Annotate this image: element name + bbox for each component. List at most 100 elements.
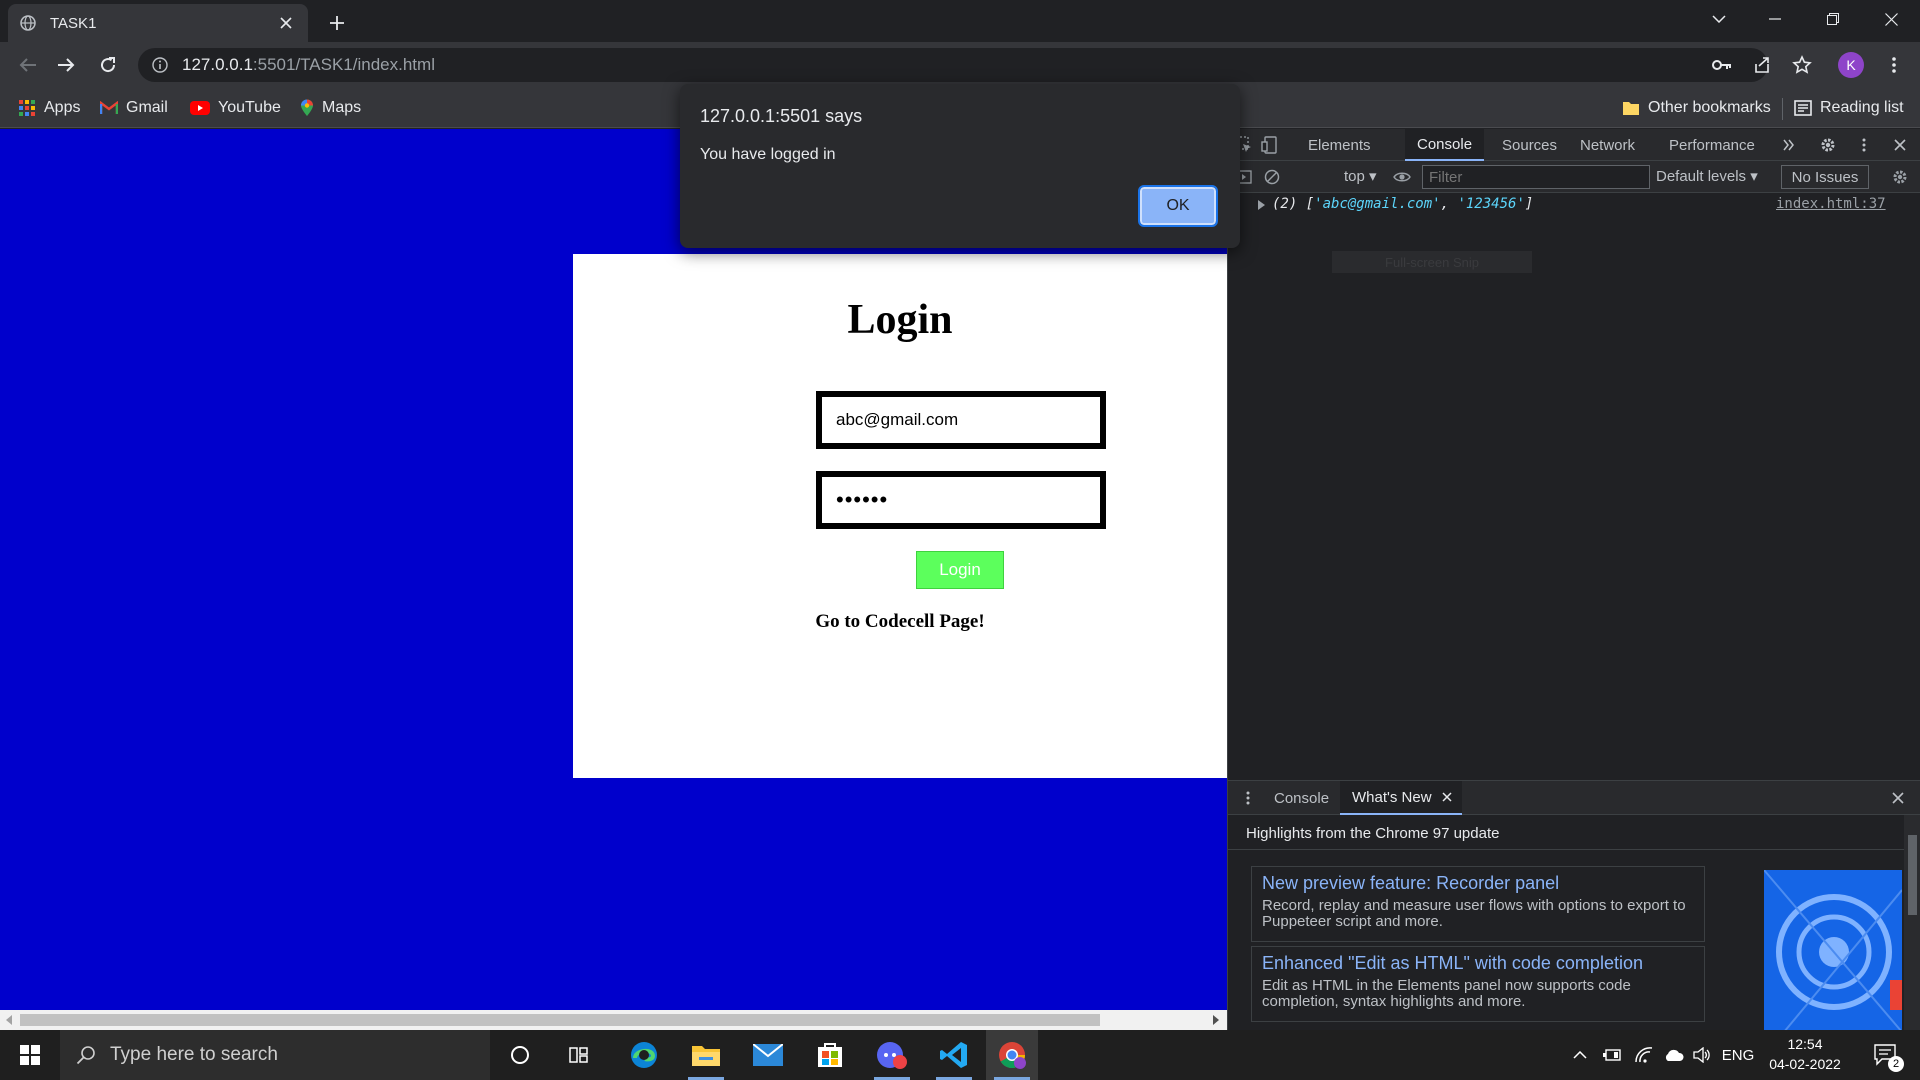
whats-new-heading: Highlights from the Chrome 97 update	[1246, 825, 1500, 842]
log-source-link[interactable]: index.html:37	[1776, 196, 1886, 212]
browser-tab[interactable]: TASK1	[8, 4, 308, 42]
folder-icon	[1622, 100, 1640, 116]
horizontal-scrollbar[interactable]	[0, 1010, 1227, 1030]
mail-icon[interactable]	[742, 1030, 794, 1080]
email-field[interactable]	[816, 391, 1106, 449]
tab-console[interactable]: Console	[1405, 129, 1485, 161]
filter-input[interactable]	[1422, 165, 1650, 189]
other-bookmarks-label: Other bookmarks	[1648, 99, 1771, 116]
bookmark-label: Apps	[44, 99, 81, 116]
maps-pin-icon	[300, 99, 314, 117]
tab-performance[interactable]: Performance	[1657, 129, 1767, 161]
forward-button[interactable]	[52, 51, 80, 79]
store-icon[interactable]	[804, 1030, 856, 1080]
address-bar[interactable]: 127.0.0.1:5501/TASK1/index.html	[138, 48, 1768, 82]
device-toolbar-icon[interactable]	[1258, 133, 1282, 157]
search-placeholder: Type here to search	[110, 1044, 278, 1065]
bookmark-youtube[interactable]: YouTube	[190, 94, 281, 122]
login-card: Login Login Go to Codecell Page!	[573, 254, 1227, 778]
system-clock[interactable]: 12:54 04-02-2022	[1760, 1034, 1850, 1074]
codecell-page-link[interactable]: Go to Codecell Page!	[573, 611, 1227, 633]
notification-center-icon[interactable]: 2	[1866, 1030, 1906, 1080]
more-menu-icon[interactable]	[1880, 51, 1908, 79]
bookmark-maps[interactable]: Maps	[300, 94, 361, 122]
whats-new-item-title[interactable]: Enhanced "Edit as HTML" with code comple…	[1262, 953, 1694, 974]
levels-label: Default levels	[1656, 168, 1747, 185]
live-expression-eye-icon[interactable]	[1390, 165, 1414, 189]
drawer-tab-console[interactable]: Console	[1262, 781, 1341, 815]
close-window-button[interactable]	[1868, 0, 1914, 38]
site-info-icon[interactable]	[152, 57, 168, 73]
close-devtools-icon[interactable]	[1888, 133, 1912, 157]
profile-avatar[interactable]: K	[1838, 52, 1864, 78]
ok-button[interactable]: OK	[1138, 185, 1218, 227]
start-button[interactable]	[4, 1030, 56, 1080]
whats-new-item[interactable]: Enhanced "Edit as HTML" with code comple…	[1251, 946, 1705, 1022]
clock-time: 12:54	[1787, 1036, 1823, 1052]
edge-browser-icon[interactable]	[618, 1030, 670, 1080]
password-field[interactable]	[816, 471, 1106, 529]
login-button[interactable]: Login	[916, 551, 1004, 589]
whats-new-item-desc: Edit as HTML in the Elements panel now s…	[1262, 977, 1631, 1010]
devtools-menu-icon[interactable]	[1852, 133, 1876, 157]
tab-sources[interactable]: Sources	[1490, 129, 1569, 161]
globe-icon	[20, 15, 36, 31]
key-icon[interactable]	[1708, 51, 1736, 79]
alert-message: You have logged in	[700, 146, 836, 163]
battery-icon[interactable]	[1600, 1030, 1624, 1080]
tab-search-icon[interactable]	[1696, 0, 1742, 38]
drawer-scrollbar-thumb[interactable]	[1908, 835, 1917, 915]
tab-close-icon[interactable]	[276, 13, 296, 33]
bookmark-label: Maps	[322, 99, 362, 116]
whats-new-illustration	[1764, 870, 1902, 1032]
taskbar-search[interactable]: Type here to search	[60, 1030, 490, 1080]
tab-elements[interactable]: Elements	[1296, 129, 1383, 161]
close-drawer-icon[interactable]	[1892, 792, 1904, 804]
task-view-icon[interactable]	[554, 1030, 606, 1080]
minimize-button[interactable]	[1752, 0, 1798, 38]
bookmark-apps[interactable]: Apps	[18, 94, 80, 122]
clear-console-icon[interactable]	[1260, 165, 1284, 189]
restore-button[interactable]	[1810, 0, 1856, 38]
console-log-entry[interactable]: (2) ['abc@gmail.com', '123456'] index.ht…	[1228, 193, 1920, 217]
cortana-icon[interactable]	[494, 1030, 546, 1080]
reading-list-button[interactable]: Reading list	[1794, 94, 1904, 122]
whats-new-item-desc: Record, replay and measure user flows wi…	[1262, 897, 1686, 930]
settings-gear-icon[interactable]	[1816, 133, 1840, 157]
log-suffix: ]	[1524, 196, 1534, 212]
tab-network[interactable]: Network	[1568, 129, 1647, 161]
whats-new-item[interactable]: New preview feature: Recorder panel Reco…	[1251, 866, 1705, 942]
close-tab-icon[interactable]	[1442, 792, 1452, 802]
file-explorer-icon[interactable]	[680, 1030, 732, 1080]
snip-ghost-label: Full-screen Snip	[1332, 251, 1532, 273]
context-selector[interactable]: top ▾	[1344, 167, 1377, 185]
onedrive-cloud-icon[interactable]	[1660, 1030, 1688, 1080]
discord-icon[interactable]	[866, 1030, 918, 1080]
back-button[interactable]	[14, 51, 42, 79]
chrome-icon[interactable]	[986, 1030, 1038, 1080]
language-indicator[interactable]: ENG	[1720, 1030, 1756, 1080]
drawer-tabbar: Console What's New	[1228, 781, 1920, 815]
wifi-icon[interactable]	[1632, 1030, 1656, 1080]
reload-button[interactable]	[94, 51, 122, 79]
drawer-menu-icon[interactable]	[1236, 786, 1260, 810]
vscode-icon[interactable]	[928, 1030, 980, 1080]
volume-icon[interactable]	[1690, 1030, 1714, 1080]
other-bookmarks-folder[interactable]: Other bookmarks	[1622, 94, 1771, 122]
log-levels-dropdown[interactable]: Default levels ▾	[1656, 167, 1758, 185]
scroll-right-icon[interactable]	[1213, 1015, 1219, 1025]
more-tabs-icon[interactable]	[1777, 133, 1801, 157]
scrollbar-thumb[interactable]	[20, 1014, 1100, 1026]
whats-new-item-title[interactable]: New preview feature: Recorder panel	[1262, 873, 1694, 894]
expand-triangle-icon[interactable]	[1258, 200, 1265, 210]
new-tab-button[interactable]	[322, 8, 352, 38]
bookmark-gmail[interactable]: Gmail	[100, 94, 168, 122]
issues-button[interactable]: No Issues	[1781, 165, 1869, 189]
url-path: :5501/TASK1/index.html	[252, 55, 435, 74]
drawer-scrollbar[interactable]	[1904, 815, 1920, 1031]
console-settings-icon[interactable]	[1888, 165, 1912, 189]
share-icon[interactable]	[1748, 51, 1776, 79]
scroll-left-icon[interactable]	[6, 1015, 12, 1025]
bookmark-star-icon[interactable]	[1788, 51, 1816, 79]
tray-overflow-icon[interactable]	[1568, 1030, 1592, 1080]
